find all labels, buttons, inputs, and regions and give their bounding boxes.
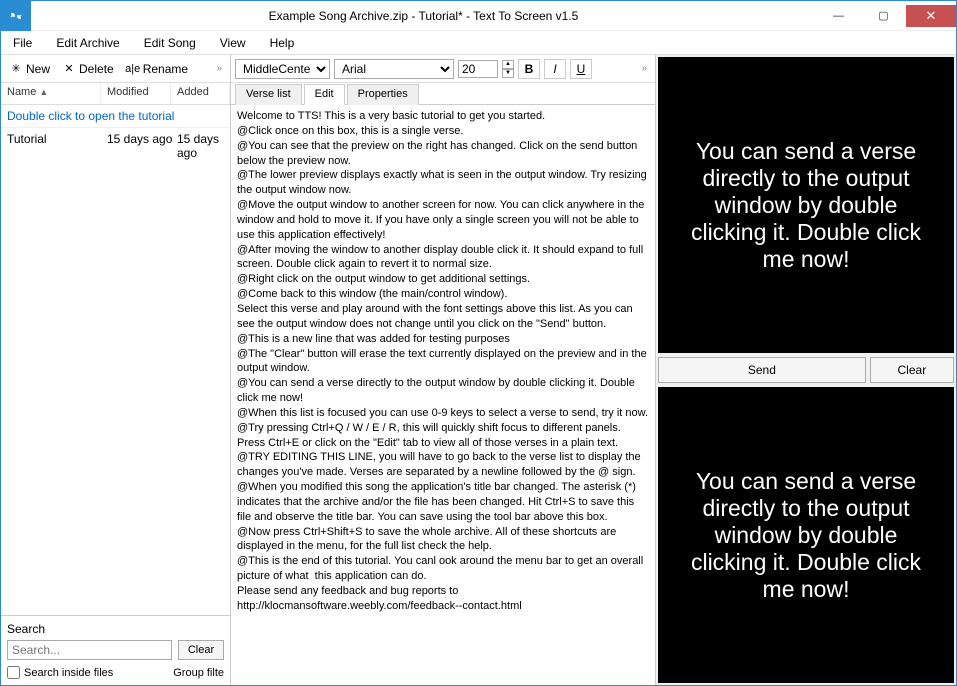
right-panel: You can send a verse directly to the out… bbox=[656, 55, 956, 685]
maximize-button[interactable]: ▢ bbox=[861, 5, 906, 27]
font-size-input[interactable] bbox=[458, 60, 498, 78]
list-header: Name ▲ Modified Added bbox=[1, 83, 230, 105]
send-button[interactable]: Send bbox=[658, 357, 866, 383]
menu-bar: File Edit Archive Edit Song View Help bbox=[1, 31, 956, 55]
search-inside-files-checkbox[interactable]: Search inside files bbox=[7, 666, 113, 679]
close-button[interactable]: ✕ bbox=[906, 5, 956, 27]
cell-name: Tutorial bbox=[7, 132, 107, 160]
tab-edit[interactable]: Edit bbox=[304, 84, 345, 105]
header-name[interactable]: Name ▲ bbox=[1, 83, 101, 104]
editor-textarea[interactable] bbox=[231, 105, 655, 685]
rename-button[interactable]: a|eRename bbox=[122, 60, 192, 78]
tab-verse-list[interactable]: Verse list bbox=[235, 84, 302, 105]
minimize-button[interactable]: — bbox=[816, 5, 861, 27]
title-bar: Example Song Archive.zip - Tutorial* - T… bbox=[1, 1, 956, 31]
cell-modified: 15 days ago bbox=[107, 132, 177, 160]
left-panel: ✳New ✕Delete a|eRename » Name ▲ Modified… bbox=[1, 55, 231, 685]
clear-button[interactable]: Clear bbox=[870, 357, 954, 383]
size-up-icon[interactable]: ▲ bbox=[502, 60, 514, 69]
window-title: Example Song Archive.zip - Tutorial* - T… bbox=[31, 9, 816, 23]
middle-panel: MiddleCenter Arial ▲▼ B I U » Verse list… bbox=[231, 55, 656, 685]
sort-asc-icon: ▲ bbox=[39, 87, 48, 97]
bold-button[interactable]: B bbox=[518, 59, 540, 79]
menu-edit-song[interactable]: Edit Song bbox=[140, 34, 200, 52]
tutorial-hint-row[interactable]: Double click to open the tutorial bbox=[1, 105, 230, 128]
rename-icon: a|e bbox=[126, 62, 140, 76]
new-icon: ✳ bbox=[9, 62, 23, 76]
alignment-select[interactable]: MiddleCenter bbox=[235, 59, 330, 79]
song-list[interactable]: Double click to open the tutorial Tutori… bbox=[1, 105, 230, 615]
app-icon bbox=[1, 1, 31, 31]
search-clear-button[interactable]: Clear bbox=[178, 640, 224, 660]
header-modified[interactable]: Modified bbox=[101, 83, 171, 104]
format-overflow-icon[interactable]: » bbox=[637, 63, 651, 74]
toolbar-overflow-icon[interactable]: » bbox=[212, 63, 226, 74]
output-pane[interactable]: You can send a verse directly to the out… bbox=[658, 387, 954, 683]
search-input[interactable] bbox=[7, 640, 172, 660]
archive-toolbar: ✳New ✕Delete a|eRename » bbox=[1, 55, 230, 83]
italic-button[interactable]: I bbox=[544, 59, 566, 79]
delete-button[interactable]: ✕Delete bbox=[58, 60, 118, 78]
editor-tabs: Verse list Edit Properties bbox=[231, 83, 655, 105]
menu-edit-archive[interactable]: Edit Archive bbox=[52, 34, 123, 52]
menu-view[interactable]: View bbox=[216, 34, 250, 52]
new-button[interactable]: ✳New bbox=[5, 60, 54, 78]
group-filter-link[interactable]: Group filte bbox=[173, 667, 224, 679]
header-added[interactable]: Added bbox=[171, 83, 230, 104]
menu-file[interactable]: File bbox=[9, 34, 36, 52]
list-item[interactable]: Tutorial 15 days ago 15 days ago bbox=[1, 128, 230, 164]
preview-pane[interactable]: You can send a verse directly to the out… bbox=[658, 57, 954, 353]
format-toolbar: MiddleCenter Arial ▲▼ B I U » bbox=[231, 55, 655, 83]
size-down-icon[interactable]: ▼ bbox=[502, 69, 514, 78]
delete-icon: ✕ bbox=[62, 62, 76, 76]
search-label: Search bbox=[7, 622, 224, 636]
font-select[interactable]: Arial bbox=[334, 59, 454, 79]
search-panel: Search Clear Search inside files Group f… bbox=[1, 615, 230, 685]
menu-help[interactable]: Help bbox=[266, 34, 299, 52]
cell-added: 15 days ago bbox=[177, 132, 224, 160]
underline-button[interactable]: U bbox=[570, 59, 592, 79]
tab-properties[interactable]: Properties bbox=[347, 84, 419, 105]
